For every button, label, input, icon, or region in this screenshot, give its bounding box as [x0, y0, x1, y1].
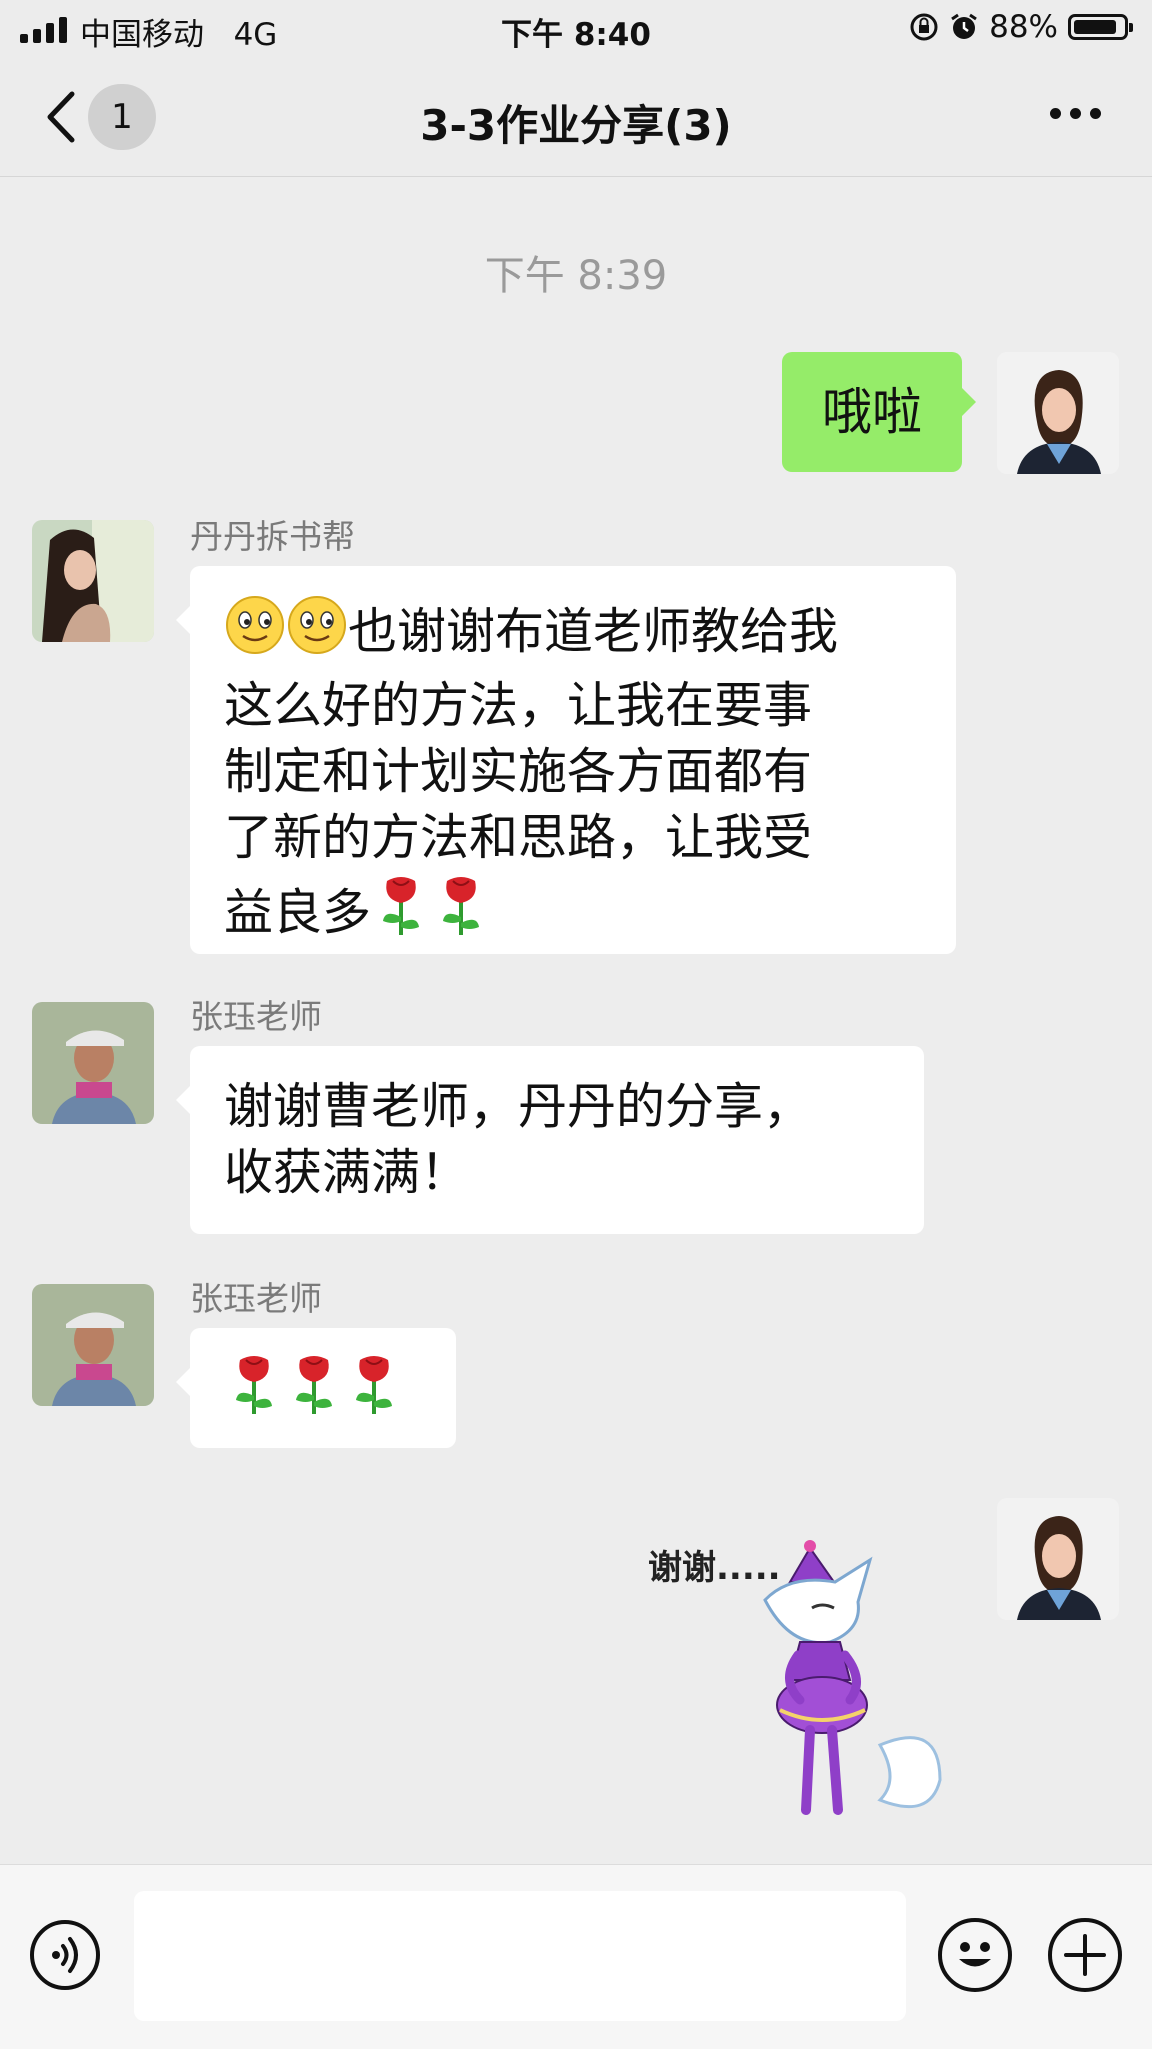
- smile-emoji-icon: [224, 594, 286, 673]
- avatar-girl-image: [32, 520, 154, 642]
- rose-emoji-icon: [371, 871, 431, 954]
- rose-emoji-icon: [224, 1350, 284, 1433]
- message-line: 谢谢曹老师，丹丹的分享，: [224, 1078, 813, 1135]
- message-bubble-received[interactable]: [176, 1328, 456, 1448]
- sender-name: 张珏老师: [190, 1279, 322, 1318]
- avatar[interactable]: [32, 1284, 154, 1406]
- message-line: 收获满满！: [224, 1144, 470, 1201]
- avatar[interactable]: [997, 1498, 1119, 1620]
- message-line: 也谢谢布道老师教给我: [348, 603, 839, 660]
- battery-percent: 88%: [989, 9, 1058, 45]
- message-line: 制定和计划实施各方面都有: [224, 743, 813, 800]
- message-line: 这么好的方法，让我在要事: [224, 677, 813, 734]
- rose-emoji-icon: [431, 871, 491, 954]
- avatar-man-image: [32, 1002, 154, 1124]
- message-input[interactable]: [134, 1891, 906, 2021]
- message-bubble-received[interactable]: 也谢谢布道老师教给我 这么好的方法，让我在要事 制定和计划实施各方面都有 了新的…: [176, 566, 956, 954]
- message-text: 也谢谢布道老师教给我 这么好的方法，让我在要事 制定和计划实施各方面都有 了新的…: [224, 594, 922, 954]
- sender-name: 丹丹拆书帮: [190, 517, 355, 556]
- avatar-woman-image: [997, 1498, 1119, 1620]
- avatar[interactable]: [32, 520, 154, 642]
- message-line: 益良多: [224, 884, 372, 941]
- plus-icon[interactable]: [1048, 1918, 1122, 1992]
- rose-emoji-icon: [284, 1350, 344, 1433]
- rose-emoji-icon: [344, 1350, 404, 1433]
- smile-emoji-icon: [286, 594, 348, 673]
- emoji-icon[interactable]: [938, 1918, 1012, 1992]
- voice-icon[interactable]: [30, 1920, 100, 1990]
- status-bar: 中国移动 4G 下午 8:40 88%: [0, 0, 1152, 58]
- sticker-message[interactable]: 谢谢.....: [640, 1530, 960, 1830]
- message-bubble-sent[interactable]: 哦啦: [782, 352, 976, 472]
- alarm-icon: [951, 13, 977, 39]
- message-line: 了新的方法和思路，让我受: [224, 809, 813, 866]
- input-bar: [0, 1864, 1152, 2049]
- avatar[interactable]: [997, 352, 1119, 474]
- message-bubble-received[interactable]: 谢谢曹老师，丹丹的分享， 收获满满！: [176, 1046, 924, 1234]
- avatar[interactable]: [32, 1002, 154, 1124]
- avatar-woman-image: [997, 352, 1119, 474]
- sender-name: 张珏老师: [190, 997, 322, 1036]
- nav-bar: 1 3-3作业分享(3): [0, 58, 1152, 176]
- more-icon[interactable]: [1050, 108, 1102, 122]
- top-bar: 中国移动 4G 下午 8:40 88% 1 3-3作业分享(3): [0, 0, 1152, 177]
- chat-title: 3-3作业分享(3): [420, 101, 732, 150]
- avatar-man-image: [32, 1284, 154, 1406]
- rotation-lock-icon: [910, 13, 938, 41]
- battery-icon: [1068, 14, 1133, 40]
- chat-timestamp: 下午 8:39: [484, 253, 668, 299]
- message-text: 哦啦: [822, 383, 922, 441]
- fox-sticker-image: [763, 1540, 942, 1815]
